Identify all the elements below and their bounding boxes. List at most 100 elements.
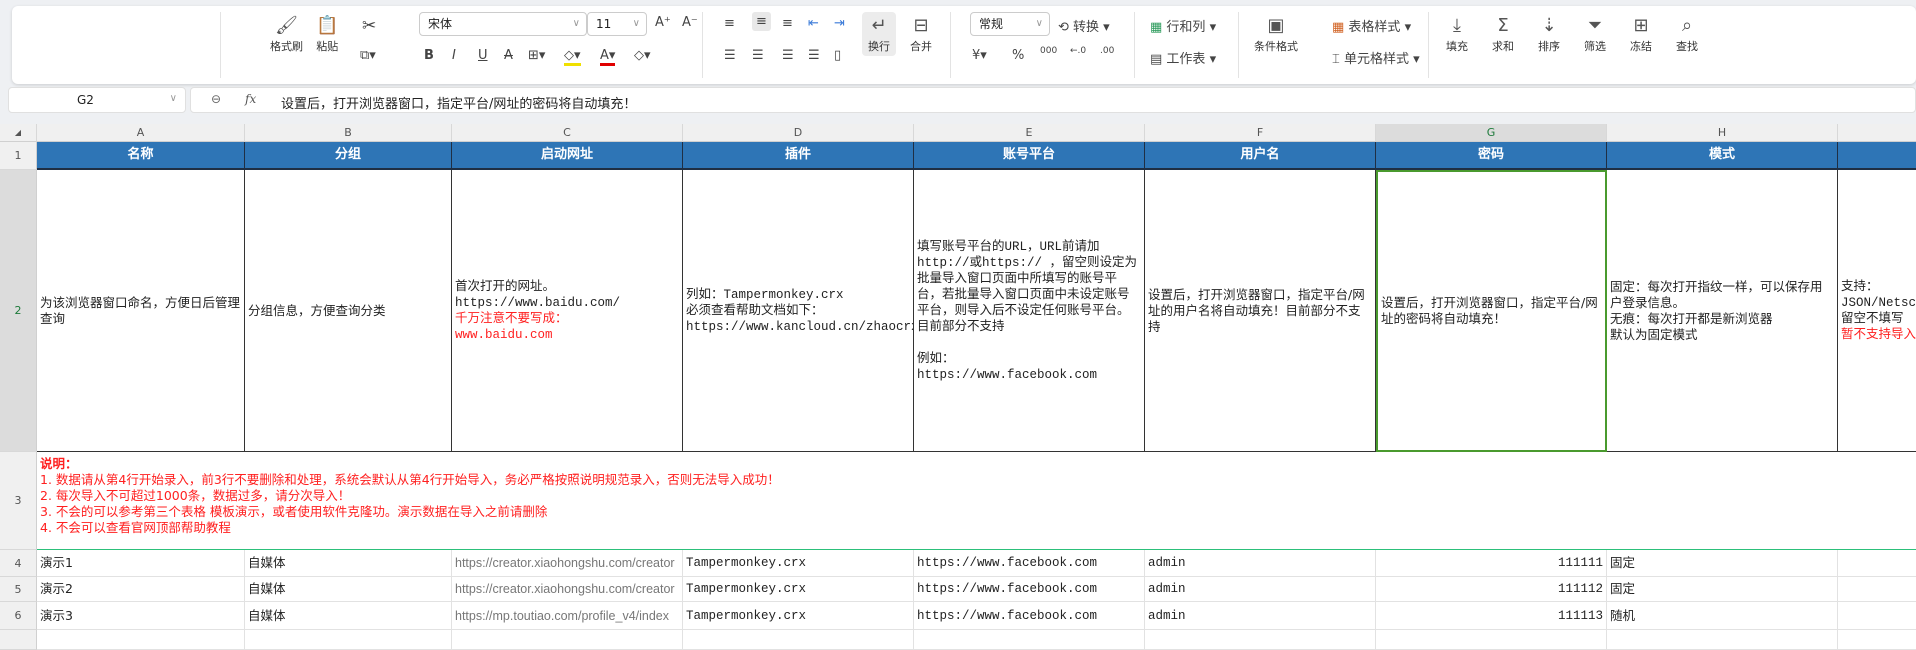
decrease-decimal-button[interactable]: .00 <box>1100 46 1114 56</box>
sort-button[interactable]: ⇣ 排序 <box>1538 14 1560 54</box>
table-cell[interactable]: 自媒体 <box>245 577 452 602</box>
table-cell[interactable] <box>37 630 245 650</box>
header-cell[interactable]: 用户名 <box>1145 142 1376 170</box>
table-cell[interactable] <box>452 630 683 650</box>
indent-decrease-icon[interactable]: ⇤ <box>808 16 819 31</box>
align-right-icon[interactable]: ☰ <box>782 48 794 63</box>
decrease-font-icon[interactable]: A⁻ <box>682 15 698 30</box>
select-all-corner[interactable]: ◢ <box>0 124 37 142</box>
table-cell[interactable] <box>914 630 1145 650</box>
column-header-A[interactable]: A <box>37 124 245 142</box>
convert-button[interactable]: ⟲ 转换 ▾ <box>1058 16 1110 35</box>
description-cell[interactable]: 为该浏览器窗口命名，方便日后管理查询 <box>37 170 245 452</box>
justify-icon[interactable]: ☰ <box>808 48 820 63</box>
eraser-icon[interactable]: ◇▾ <box>634 48 651 63</box>
description-cell[interactable]: 支持： JSON/Netscape格式的Cookie！ 留空不填写暂不支持导入 <box>1838 170 1916 452</box>
table-cell[interactable]: 固定 <box>1607 550 1838 577</box>
formula-input[interactable]: 设置后，打开浏览器窗口，指定平台/网址的密码将自动填充！ <box>281 93 636 112</box>
format-painter-button[interactable]: 🖌 格式刷 <box>270 14 303 54</box>
table-cell[interactable] <box>683 630 914 650</box>
zoom-icon[interactable]: ⊖ <box>211 92 221 106</box>
table-cell[interactable] <box>1838 602 1916 630</box>
table-cell[interactable]: Tampermonkey.crx <box>683 602 914 630</box>
description-cell[interactable]: 填写账号平台的URL，URL前请加http://或https:// ，留空则设定… <box>914 170 1145 452</box>
header-cell[interactable] <box>1838 142 1916 170</box>
table-cell[interactable]: admin <box>1145 602 1376 630</box>
table-cell[interactable] <box>1838 577 1916 602</box>
table-cell[interactable]: admin <box>1145 577 1376 602</box>
copy-icon[interactable]: ⧉▾ <box>360 48 376 63</box>
font-size-select[interactable]: 11 ∨ <box>587 12 647 36</box>
indent-increase-icon[interactable]: ⇥ <box>834 16 845 31</box>
table-cell[interactable]: 演示3 <box>37 602 245 630</box>
header-cell[interactable]: 模式 <box>1607 142 1838 170</box>
row-header-3[interactable]: 3 <box>0 452 37 550</box>
spreadsheet-grid[interactable]: ◢ A B C D E F G H 1 2 3 4 5 6 名称 分组 启动网址 插件 账号平台 用户名 密码 模式 为该浏览… <box>0 124 1916 650</box>
number-format-select[interactable]: 常规 ∨ <box>970 12 1050 36</box>
header-cell[interactable]: 启动网址 <box>452 142 683 170</box>
table-cell[interactable]: Tampermonkey.crx <box>683 550 914 577</box>
table-cell[interactable] <box>1145 630 1376 650</box>
align-middle-icon[interactable]: ≡ <box>752 12 771 31</box>
table-cell[interactable] <box>1838 550 1916 577</box>
column-header-D[interactable]: D <box>683 124 914 142</box>
table-cell[interactable]: 演示2 <box>37 577 245 602</box>
table-cell[interactable]: 固定 <box>1607 577 1838 602</box>
column-header-H[interactable]: H <box>1607 124 1838 142</box>
table-cell[interactable]: https://mp.toutiao.com/profile_v4/index <box>452 602 683 630</box>
strikethrough-icon[interactable]: A <box>504 48 513 63</box>
fx-icon[interactable]: fx <box>245 92 256 106</box>
border-icon[interactable]: ⊞▾ <box>528 48 545 63</box>
row-header-7[interactable] <box>0 630 37 650</box>
description-cell[interactable]: 设置后，打开浏览器窗口，指定平台/网址的用户名将自动填充！目前部分不支持 <box>1145 170 1376 452</box>
table-style-button[interactable]: ▦ 表格样式 ▾ <box>1332 16 1411 35</box>
align-bottom-icon[interactable]: ≡ <box>782 16 793 31</box>
table-cell[interactable] <box>1838 630 1916 650</box>
header-cell[interactable]: 密码 <box>1376 142 1607 170</box>
paste-button[interactable]: 📋 粘贴 <box>316 14 338 54</box>
description-cell[interactable]: 列如：Tampermonkey.crx 必须查看帮助文档如下： https://… <box>683 170 914 452</box>
column-header-E[interactable]: E <box>914 124 1145 142</box>
thousands-button[interactable]: 000 <box>1040 46 1057 56</box>
row-header-6[interactable]: 6 <box>0 602 37 630</box>
notes-cell[interactable]: 说明： 1. 数据请从第4行开始录入，前3行不要删除和处理，系统会默认从第4行开始… <box>37 452 1916 550</box>
worksheet-button[interactable]: ▤ 工作表 ▾ <box>1150 48 1216 67</box>
align-top-icon[interactable]: ≡ <box>724 16 735 31</box>
increase-decimal-button[interactable]: ←.0 <box>1070 46 1086 56</box>
table-cell[interactable]: admin <box>1145 550 1376 577</box>
table-cell[interactable] <box>245 630 452 650</box>
wrap-button[interactable]: ↵ 换行 <box>862 12 896 56</box>
description-cell[interactable]: 分组信息，方便查询分类 <box>245 170 452 452</box>
column-header-I[interactable] <box>1838 124 1916 142</box>
table-cell[interactable]: https://creator.xiaohongshu.com/creator <box>452 550 683 577</box>
table-cell[interactable]: 随机 <box>1607 602 1838 630</box>
row-header-4[interactable]: 4 <box>0 550 37 577</box>
table-cell[interactable]: 111112 <box>1376 577 1607 602</box>
sum-button[interactable]: Σ 求和 <box>1492 14 1514 54</box>
cell-style-button[interactable]: ⌶ 单元格样式 ▾ <box>1332 48 1420 67</box>
header-cell[interactable]: 插件 <box>683 142 914 170</box>
selected-cell-G2[interactable]: 设置后，打开浏览器窗口，指定平台/网址的密码将自动填充！ <box>1376 170 1607 452</box>
align-center-icon[interactable]: ☰ <box>752 48 764 63</box>
font-color-icon[interactable]: A▾ <box>600 48 616 66</box>
merge-button[interactable]: ⊟ 合并 <box>910 14 932 54</box>
description-cell[interactable]: 首次打开的网址。 https://www.baidu.com/千万注意不要写成：… <box>452 170 683 452</box>
table-cell[interactable]: 演示1 <box>37 550 245 577</box>
table-cell[interactable] <box>1376 630 1607 650</box>
table-cell[interactable]: Tampermonkey.crx <box>683 577 914 602</box>
table-cell[interactable]: https://creator.xiaohongshu.com/creator <box>452 577 683 602</box>
table-cell[interactable]: 自媒体 <box>245 550 452 577</box>
increase-font-icon[interactable]: A⁺ <box>655 15 671 30</box>
table-cell[interactable] <box>1607 630 1838 650</box>
distributed-icon[interactable]: ▯ <box>834 48 841 63</box>
currency-button[interactable]: ¥▾ <box>972 48 987 63</box>
column-header-C[interactable]: C <box>452 124 683 142</box>
fill-color-icon[interactable]: ◇▾ <box>564 48 581 66</box>
align-left-icon[interactable]: ☰ <box>724 48 736 63</box>
italic-icon[interactable]: I <box>452 48 456 63</box>
table-cell[interactable]: 111111 <box>1376 550 1607 577</box>
row-header-2[interactable]: 2 <box>0 170 37 452</box>
table-cell[interactable]: 自媒体 <box>245 602 452 630</box>
header-cell[interactable]: 账号平台 <box>914 142 1145 170</box>
fill-button[interactable]: ⤓ 填充 <box>1446 14 1468 54</box>
